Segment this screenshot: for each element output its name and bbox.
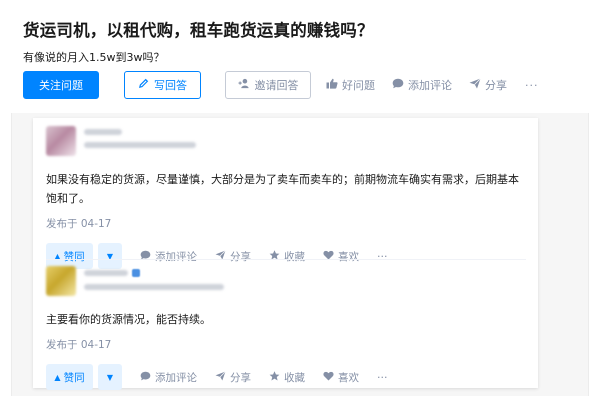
like-button[interactable]: 喜欢 bbox=[323, 370, 359, 385]
divider bbox=[46, 259, 526, 260]
paper-plane-icon bbox=[215, 249, 226, 263]
author-row bbox=[46, 266, 524, 298]
author-name-blurred bbox=[84, 129, 122, 135]
answer-comment-label: 添加评论 bbox=[155, 250, 197, 263]
answer-comment-button[interactable]: 添加评论 bbox=[140, 249, 197, 264]
heart-icon bbox=[323, 250, 334, 263]
author-row bbox=[46, 126, 524, 158]
like-button[interactable]: 喜欢 bbox=[323, 249, 359, 264]
upvote-button[interactable]: ▲ 赞同 bbox=[46, 364, 93, 390]
comment-bubble-icon bbox=[140, 371, 151, 384]
paper-plane-icon bbox=[469, 78, 481, 92]
question-detail: 有像说的月入1.5w到3w吗？ bbox=[23, 51, 165, 64]
answer-item: 主要看你的货源情况，能否持续。 发布于 04-17 ▲ 赞同 ▼ 添加评论 分享 bbox=[46, 266, 524, 390]
add-user-icon bbox=[238, 78, 250, 92]
triangle-up-icon: ▲ bbox=[54, 372, 61, 382]
question-actions: 关注问题 写回答 邀请回答 好问题 添加评论 分享 ··· bbox=[23, 71, 539, 99]
like-label: 喜欢 bbox=[338, 250, 359, 263]
answer-comment-label: 添加评论 bbox=[155, 371, 197, 384]
comment-bubble-icon bbox=[392, 78, 404, 92]
star-icon bbox=[269, 370, 280, 384]
collect-button[interactable]: 收藏 bbox=[269, 249, 305, 264]
answer-more-button[interactable]: ··· bbox=[377, 371, 388, 384]
pencil-icon bbox=[138, 78, 149, 92]
verified-badge-icon bbox=[132, 269, 140, 277]
question-title: 货运司机，以租代购，租车跑货运真的赚钱吗？ bbox=[23, 21, 374, 40]
avatar[interactable] bbox=[46, 126, 76, 156]
downvote-button[interactable]: ▼ bbox=[98, 364, 122, 390]
good-question-label: 好问题 bbox=[342, 79, 375, 92]
avatar[interactable] bbox=[46, 266, 76, 296]
author-name-blurred bbox=[84, 270, 128, 276]
share-button[interactable]: 分享 bbox=[469, 77, 507, 93]
heart-icon bbox=[323, 371, 334, 384]
author-bio-blurred bbox=[84, 142, 196, 148]
author-meta-blurred bbox=[84, 266, 224, 297]
answer-share-button[interactable]: 分享 bbox=[215, 249, 251, 264]
share-label: 分享 bbox=[485, 79, 507, 92]
star-icon bbox=[269, 249, 280, 263]
collect-label: 收藏 bbox=[284, 250, 305, 263]
add-comment-label: 添加评论 bbox=[408, 79, 452, 92]
write-answer-label: 写回答 bbox=[154, 79, 187, 92]
comment-bubble-icon bbox=[140, 250, 151, 263]
triangle-down-icon: ▼ bbox=[106, 372, 114, 382]
thumbs-up-icon bbox=[326, 78, 338, 92]
collect-button[interactable]: 收藏 bbox=[269, 370, 305, 385]
author-bio-blurred bbox=[84, 284, 224, 290]
follow-question-button[interactable]: 关注问题 bbox=[23, 71, 99, 99]
author-meta-blurred bbox=[84, 126, 196, 155]
answers-panel: 如果没有稳定的货源，尽量谨慎，大部分是为了卖车而卖车的；前期物流车确实有需求，后… bbox=[33, 118, 538, 390]
upvote-label: 赞同 bbox=[63, 371, 85, 384]
invite-answer-button[interactable]: 邀请回答 bbox=[225, 71, 311, 99]
collect-label: 收藏 bbox=[284, 371, 305, 384]
follow-question-label: 关注问题 bbox=[39, 79, 83, 92]
publish-date[interactable]: 发布于 04-17 bbox=[46, 337, 524, 352]
publish-date[interactable]: 发布于 04-17 bbox=[46, 216, 524, 231]
more-options-button[interactable]: ··· bbox=[525, 79, 539, 92]
upvote-label: 赞同 bbox=[63, 250, 85, 263]
good-question-button[interactable]: 好问题 bbox=[326, 77, 375, 93]
write-answer-button[interactable]: 写回答 bbox=[124, 71, 201, 99]
like-label: 喜欢 bbox=[338, 371, 359, 384]
answer-actions: ▲ 赞同 ▼ 添加评论 分享 收藏 喜欢 ··· bbox=[46, 364, 524, 390]
answer-content: 如果没有稳定的货源，尽量谨慎，大部分是为了卖车而卖车的；前期物流车确实有需求，后… bbox=[46, 173, 519, 205]
add-comment-button[interactable]: 添加评论 bbox=[392, 77, 452, 93]
paper-plane-icon bbox=[215, 370, 226, 384]
invite-answer-label: 邀请回答 bbox=[254, 79, 299, 92]
answer-comment-button[interactable]: 添加评论 bbox=[140, 370, 197, 385]
answer-share-button[interactable]: 分享 bbox=[215, 370, 251, 385]
answer-more-button[interactable]: ··· bbox=[377, 250, 388, 263]
answer-content: 主要看你的货源情况，能否持续。 bbox=[46, 313, 211, 326]
answer-share-label: 分享 bbox=[230, 371, 251, 384]
answer-share-label: 分享 bbox=[230, 250, 251, 263]
answer-item: 如果没有稳定的货源，尽量谨慎，大部分是为了卖车而卖车的；前期物流车确实有需求，后… bbox=[46, 126, 524, 269]
